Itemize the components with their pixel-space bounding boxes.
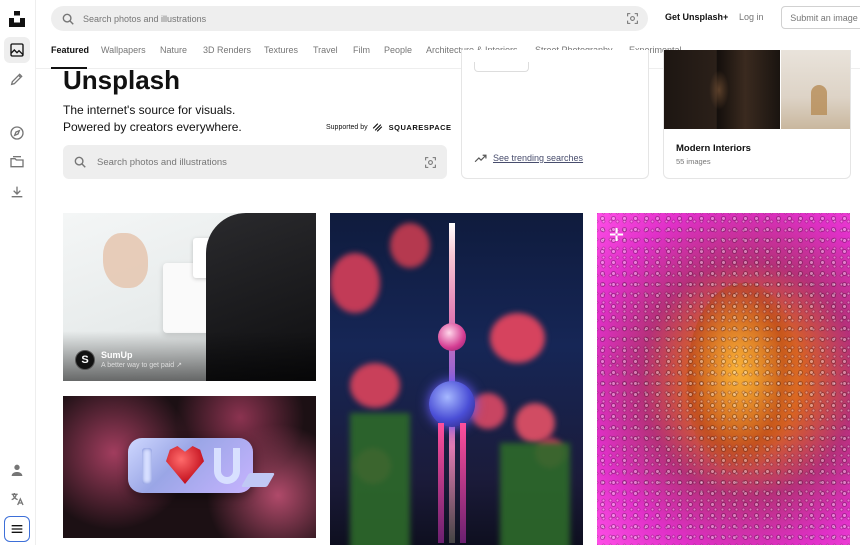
tab-film[interactable]: Film (353, 45, 370, 55)
collections-icon[interactable] (4, 149, 30, 175)
download-icon[interactable] (4, 179, 30, 205)
photo-tower-tulips[interactable] (330, 213, 583, 545)
trending-arrow-icon (474, 154, 487, 162)
page-title: Unsplash (63, 65, 181, 95)
tab-3d-renders[interactable]: 3D Renders (203, 45, 251, 55)
heart-shape (166, 446, 204, 484)
squarespace-brand: SQUARESPACE (388, 122, 452, 132)
tulip-blur (390, 223, 430, 268)
photo-sponsored-sumup[interactable]: S SumUp A better way to get paid ↗ (63, 213, 316, 381)
trending-pill[interactable] (474, 62, 529, 72)
menu-icon[interactable] (4, 516, 30, 542)
header-search-input[interactable] (83, 13, 626, 24)
sponsor-tagline: A better way to get paid ↗ (101, 362, 182, 369)
tulip-stems (350, 413, 410, 545)
tulip-blur (515, 403, 555, 443)
speech-bubble (128, 438, 253, 493)
tower-leg (460, 423, 466, 543)
tulip-blur (470, 393, 506, 429)
account-icon[interactable] (4, 457, 30, 483)
submit-image-button[interactable]: Submit an image (781, 6, 860, 29)
unsplash-logo-icon[interactable] (4, 6, 30, 32)
get-unsplash-plus-link[interactable]: Get Unsplash+ (665, 12, 728, 22)
login-link[interactable]: Log in (739, 12, 764, 22)
hero-subtitle-line-1: The internet's source for visuals. (63, 103, 236, 117)
collection-card[interactable]: Modern Interiors 55 images (663, 50, 851, 179)
visual-search-icon[interactable] (626, 12, 639, 25)
sponsor-name: SumUp (101, 350, 133, 360)
tab-featured[interactable]: Featured (51, 45, 89, 55)
collection-image-kitchen-dark (664, 50, 780, 129)
photos-icon[interactable] (4, 37, 30, 63)
unsplash-plus-icon: ✛ (609, 225, 625, 245)
hero-search-input[interactable] (97, 156, 424, 168)
supported-by[interactable]: Supported by SQUARESPACE (326, 122, 452, 132)
tulip-blur (490, 313, 545, 363)
collection-title: Modern Interiors (676, 143, 751, 154)
trending-card: See trending searches (461, 50, 649, 179)
letter-i-shape (142, 448, 152, 484)
header-search-bar[interactable] (51, 6, 648, 31)
search-icon (62, 13, 74, 25)
tower-upper-sphere (438, 323, 466, 351)
tab-nature[interactable]: Nature (160, 45, 187, 55)
hero-subtitle: The internet's source for visuals. Power… (63, 102, 242, 136)
tower-leg (438, 423, 444, 543)
tab-travel[interactable]: Travel (313, 45, 338, 55)
tab-textures[interactable]: Textures (264, 45, 298, 55)
tulip-stems (500, 443, 570, 545)
search-icon (74, 156, 86, 168)
photo-hand (103, 233, 148, 288)
trending-searches-link[interactable]: See trending searches (474, 153, 583, 163)
hero-search-bar[interactable] (63, 145, 447, 179)
explore-icon[interactable] (4, 120, 30, 146)
tulip-blur (330, 253, 380, 313)
squarespace-logo-icon (372, 123, 382, 132)
letter-u-shape (214, 448, 240, 484)
tab-wallpapers[interactable]: Wallpapers (101, 45, 146, 55)
tab-people[interactable]: People (384, 45, 412, 55)
visual-search-icon[interactable] (424, 156, 437, 169)
rain-drops-small (597, 213, 850, 545)
collection-count: 55 images (676, 157, 711, 166)
language-icon[interactable] (4, 486, 30, 512)
sumup-logo-icon: S (75, 350, 95, 370)
tulip-blur (350, 363, 400, 408)
top-header: Get Unsplash+ Log in Submit an image (36, 0, 860, 35)
illustrations-icon[interactable] (4, 66, 30, 92)
photo-i-love-you-bubble[interactable] (63, 396, 316, 538)
hero-subtitle-line-2: Powered by creators everywhere. (63, 120, 242, 134)
photo-rain-face[interactable]: ✛ (597, 213, 850, 545)
supported-by-label: Supported by (326, 123, 368, 131)
collection-image-kitchen-light (781, 50, 850, 129)
left-rail (0, 0, 36, 545)
sponsor-badge[interactable]: S SumUp A better way to get paid ↗ (75, 350, 182, 370)
trending-searches-label: See trending searches (493, 153, 584, 163)
tower-lower-sphere (429, 381, 475, 427)
